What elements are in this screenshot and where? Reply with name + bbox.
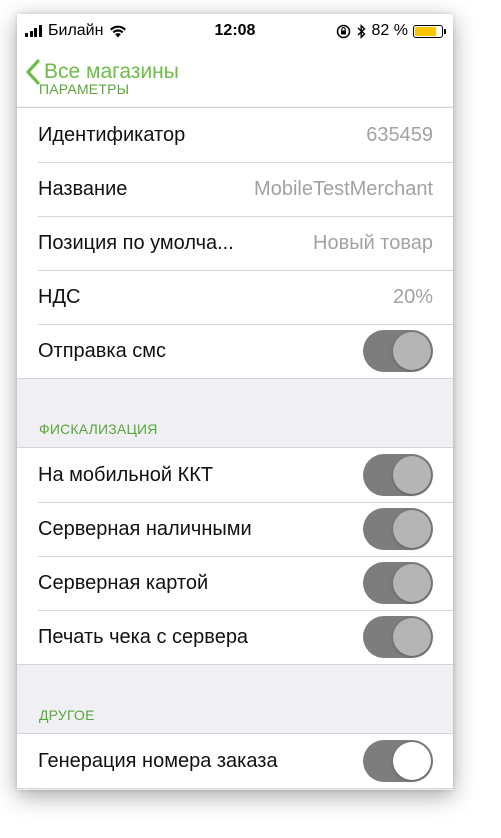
fiscal-group: На мобильной ККТ Серверная наличными Сер… — [17, 447, 453, 665]
bluetooth-icon — [357, 23, 366, 39]
row-label: Печать чека с сервера — [38, 625, 249, 648]
row-server-card: Серверная картой — [17, 556, 453, 610]
toggle-knob — [393, 564, 431, 602]
row-mobile-kkt: На мобильной ККТ — [17, 448, 453, 502]
row-value: 635459 — [366, 123, 433, 146]
mobile-kkt-toggle[interactable] — [363, 454, 433, 496]
row-label: Позиция по умолча... — [38, 231, 234, 254]
row-order-number: Генерация номера заказа — [17, 734, 453, 788]
status-bar: Билайн 12:08 82 % — [17, 14, 453, 48]
status-right: 82 % — [330, 22, 446, 40]
row-label: НДС — [38, 285, 81, 308]
row-vat[interactable]: НДС 20% — [17, 270, 453, 324]
section-header-other: ДРУГОЕ — [39, 707, 95, 723]
row-label: На мобильной ККТ — [38, 463, 214, 486]
toggle-knob — [393, 456, 431, 494]
toggle-knob — [393, 618, 431, 656]
rotation-lock-icon — [336, 24, 351, 39]
order-number-toggle[interactable] — [363, 740, 433, 782]
other-group: Генерация номера заказа — [17, 733, 453, 789]
battery-icon — [413, 24, 446, 38]
toggle-knob — [393, 510, 431, 548]
battery-fill — [415, 26, 437, 36]
row-label: Генерация номера заказа — [38, 749, 278, 772]
battery-percent: 82 % — [371, 22, 408, 39]
row-value: 20% — [392, 285, 433, 308]
row-identifier[interactable]: Идентификатор 635459 — [17, 108, 453, 162]
section-header-params: ПАРАМЕТРЫ — [39, 81, 130, 97]
row-send-sms: Отправка смс — [17, 324, 453, 378]
phone-frame: Билайн 12:08 82 % Все магазины ПАРАМЕТРЫ… — [17, 14, 453, 790]
row-label: Отправка смс — [38, 339, 167, 362]
nav-bar: Все магазины — [17, 48, 453, 106]
row-server-cash: Серверная наличными — [17, 502, 453, 556]
row-name[interactable]: Название MobileTestMerchant — [17, 162, 453, 216]
settings-screen: Билайн 12:08 82 % Все магазины ПАРАМЕТРЫ… — [17, 14, 453, 790]
toggle-knob — [393, 742, 431, 780]
row-label: Идентификатор — [38, 123, 186, 146]
row-value: Новый товар — [313, 231, 433, 254]
print-receipt-toggle[interactable] — [363, 616, 433, 658]
section-header-fiscal: ФИСКАЛИЗАЦИЯ — [39, 421, 158, 437]
row-label: Название — [38, 177, 128, 200]
row-print-receipt: Печать чека с сервера — [17, 610, 453, 664]
toggle-knob — [393, 332, 431, 370]
server-cash-toggle[interactable] — [363, 508, 433, 550]
row-label: Серверная картой — [38, 571, 209, 594]
params-group: Идентификатор 635459 Название MobileTest… — [17, 107, 453, 379]
row-value: MobileTestMerchant — [254, 177, 433, 200]
send-sms-toggle[interactable] — [363, 330, 433, 372]
server-card-toggle[interactable] — [363, 562, 433, 604]
row-label: Серверная наличными — [38, 517, 252, 540]
row-default-position[interactable]: Позиция по умолча... Новый товар — [17, 216, 453, 270]
